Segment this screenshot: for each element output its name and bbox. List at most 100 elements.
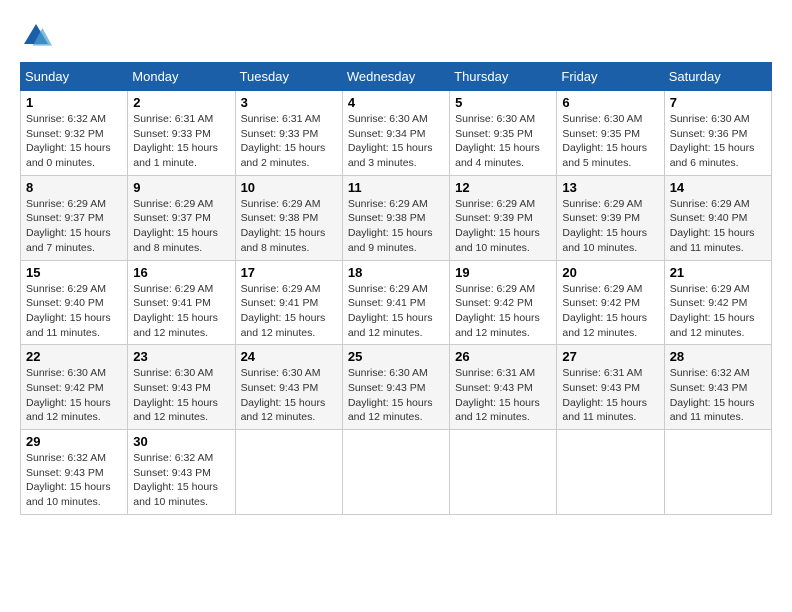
- day-number: 18: [348, 265, 444, 280]
- day-info: Sunrise: 6:32 AM Sunset: 9:43 PM Dayligh…: [26, 451, 122, 510]
- day-info: Sunrise: 6:29 AM Sunset: 9:39 PM Dayligh…: [562, 197, 658, 256]
- day-number: 23: [133, 349, 229, 364]
- calendar-cell: 2 Sunrise: 6:31 AM Sunset: 9:33 PM Dayli…: [128, 91, 235, 176]
- day-info: Sunrise: 6:31 AM Sunset: 9:33 PM Dayligh…: [241, 112, 337, 171]
- day-number: 29: [26, 434, 122, 449]
- day-number: 16: [133, 265, 229, 280]
- day-number: 30: [133, 434, 229, 449]
- day-info: Sunrise: 6:30 AM Sunset: 9:35 PM Dayligh…: [455, 112, 551, 171]
- day-number: 21: [670, 265, 766, 280]
- day-header-friday: Friday: [557, 63, 664, 91]
- calendar-cell: 28 Sunrise: 6:32 AM Sunset: 9:43 PM Dayl…: [664, 345, 771, 430]
- day-info: Sunrise: 6:29 AM Sunset: 9:37 PM Dayligh…: [26, 197, 122, 256]
- logo-icon: [20, 20, 52, 52]
- day-number: 3: [241, 95, 337, 110]
- day-number: 10: [241, 180, 337, 195]
- calendar-table: SundayMondayTuesdayWednesdayThursdayFrid…: [20, 62, 772, 515]
- day-info: Sunrise: 6:29 AM Sunset: 9:42 PM Dayligh…: [562, 282, 658, 341]
- day-info: Sunrise: 6:30 AM Sunset: 9:43 PM Dayligh…: [348, 366, 444, 425]
- calendar-cell: 22 Sunrise: 6:30 AM Sunset: 9:42 PM Dayl…: [21, 345, 128, 430]
- calendar-cell: 30 Sunrise: 6:32 AM Sunset: 9:43 PM Dayl…: [128, 430, 235, 515]
- calendar-cell: 3 Sunrise: 6:31 AM Sunset: 9:33 PM Dayli…: [235, 91, 342, 176]
- day-number: 26: [455, 349, 551, 364]
- day-number: 25: [348, 349, 444, 364]
- day-number: 6: [562, 95, 658, 110]
- calendar-cell: 14 Sunrise: 6:29 AM Sunset: 9:40 PM Dayl…: [664, 175, 771, 260]
- calendar-cell: [664, 430, 771, 515]
- day-info: Sunrise: 6:32 AM Sunset: 9:32 PM Dayligh…: [26, 112, 122, 171]
- day-info: Sunrise: 6:29 AM Sunset: 9:39 PM Dayligh…: [455, 197, 551, 256]
- day-number: 12: [455, 180, 551, 195]
- calendar-cell: 25 Sunrise: 6:30 AM Sunset: 9:43 PM Dayl…: [342, 345, 449, 430]
- calendar-cell: 18 Sunrise: 6:29 AM Sunset: 9:41 PM Dayl…: [342, 260, 449, 345]
- calendar-cell: 29 Sunrise: 6:32 AM Sunset: 9:43 PM Dayl…: [21, 430, 128, 515]
- page-header: [20, 20, 772, 52]
- day-number: 7: [670, 95, 766, 110]
- day-info: Sunrise: 6:31 AM Sunset: 9:33 PM Dayligh…: [133, 112, 229, 171]
- day-info: Sunrise: 6:30 AM Sunset: 9:35 PM Dayligh…: [562, 112, 658, 171]
- day-info: Sunrise: 6:29 AM Sunset: 9:40 PM Dayligh…: [670, 197, 766, 256]
- day-number: 11: [348, 180, 444, 195]
- day-number: 14: [670, 180, 766, 195]
- day-number: 24: [241, 349, 337, 364]
- calendar-cell: 11 Sunrise: 6:29 AM Sunset: 9:38 PM Dayl…: [342, 175, 449, 260]
- calendar-cell: 20 Sunrise: 6:29 AM Sunset: 9:42 PM Dayl…: [557, 260, 664, 345]
- calendar-cell: 4 Sunrise: 6:30 AM Sunset: 9:34 PM Dayli…: [342, 91, 449, 176]
- logo: [20, 20, 56, 52]
- day-number: 8: [26, 180, 122, 195]
- calendar-cell: 10 Sunrise: 6:29 AM Sunset: 9:38 PM Dayl…: [235, 175, 342, 260]
- calendar-cell: [342, 430, 449, 515]
- calendar-cell: [450, 430, 557, 515]
- calendar-cell: 27 Sunrise: 6:31 AM Sunset: 9:43 PM Dayl…: [557, 345, 664, 430]
- day-header-thursday: Thursday: [450, 63, 557, 91]
- calendar-cell: 15 Sunrise: 6:29 AM Sunset: 9:40 PM Dayl…: [21, 260, 128, 345]
- day-number: 5: [455, 95, 551, 110]
- day-info: Sunrise: 6:29 AM Sunset: 9:41 PM Dayligh…: [133, 282, 229, 341]
- day-number: 22: [26, 349, 122, 364]
- calendar-cell: 19 Sunrise: 6:29 AM Sunset: 9:42 PM Dayl…: [450, 260, 557, 345]
- day-info: Sunrise: 6:32 AM Sunset: 9:43 PM Dayligh…: [133, 451, 229, 510]
- day-info: Sunrise: 6:29 AM Sunset: 9:38 PM Dayligh…: [241, 197, 337, 256]
- calendar-cell: 12 Sunrise: 6:29 AM Sunset: 9:39 PM Dayl…: [450, 175, 557, 260]
- calendar-cell: 17 Sunrise: 6:29 AM Sunset: 9:41 PM Dayl…: [235, 260, 342, 345]
- day-header-sunday: Sunday: [21, 63, 128, 91]
- day-number: 15: [26, 265, 122, 280]
- day-info: Sunrise: 6:30 AM Sunset: 9:43 PM Dayligh…: [241, 366, 337, 425]
- day-number: 27: [562, 349, 658, 364]
- day-info: Sunrise: 6:30 AM Sunset: 9:34 PM Dayligh…: [348, 112, 444, 171]
- calendar-cell: 8 Sunrise: 6:29 AM Sunset: 9:37 PM Dayli…: [21, 175, 128, 260]
- calendar-cell: 24 Sunrise: 6:30 AM Sunset: 9:43 PM Dayl…: [235, 345, 342, 430]
- day-info: Sunrise: 6:29 AM Sunset: 9:37 PM Dayligh…: [133, 197, 229, 256]
- day-header-tuesday: Tuesday: [235, 63, 342, 91]
- day-header-monday: Monday: [128, 63, 235, 91]
- calendar-cell: 16 Sunrise: 6:29 AM Sunset: 9:41 PM Dayl…: [128, 260, 235, 345]
- day-header-wednesday: Wednesday: [342, 63, 449, 91]
- day-number: 1: [26, 95, 122, 110]
- day-number: 9: [133, 180, 229, 195]
- calendar-cell: 7 Sunrise: 6:30 AM Sunset: 9:36 PM Dayli…: [664, 91, 771, 176]
- calendar-header-row: SundayMondayTuesdayWednesdayThursdayFrid…: [21, 63, 772, 91]
- day-info: Sunrise: 6:31 AM Sunset: 9:43 PM Dayligh…: [562, 366, 658, 425]
- calendar-cell: [557, 430, 664, 515]
- day-header-saturday: Saturday: [664, 63, 771, 91]
- day-info: Sunrise: 6:29 AM Sunset: 9:42 PM Dayligh…: [455, 282, 551, 341]
- calendar-cell: 9 Sunrise: 6:29 AM Sunset: 9:37 PM Dayli…: [128, 175, 235, 260]
- calendar-cell: 21 Sunrise: 6:29 AM Sunset: 9:42 PM Dayl…: [664, 260, 771, 345]
- day-info: Sunrise: 6:29 AM Sunset: 9:42 PM Dayligh…: [670, 282, 766, 341]
- day-info: Sunrise: 6:30 AM Sunset: 9:42 PM Dayligh…: [26, 366, 122, 425]
- day-info: Sunrise: 6:29 AM Sunset: 9:38 PM Dayligh…: [348, 197, 444, 256]
- calendar-cell: 1 Sunrise: 6:32 AM Sunset: 9:32 PM Dayli…: [21, 91, 128, 176]
- calendar-week-2: 8 Sunrise: 6:29 AM Sunset: 9:37 PM Dayli…: [21, 175, 772, 260]
- calendar-week-3: 15 Sunrise: 6:29 AM Sunset: 9:40 PM Dayl…: [21, 260, 772, 345]
- calendar-week-5: 29 Sunrise: 6:32 AM Sunset: 9:43 PM Dayl…: [21, 430, 772, 515]
- day-info: Sunrise: 6:29 AM Sunset: 9:40 PM Dayligh…: [26, 282, 122, 341]
- day-info: Sunrise: 6:32 AM Sunset: 9:43 PM Dayligh…: [670, 366, 766, 425]
- day-number: 17: [241, 265, 337, 280]
- calendar-week-1: 1 Sunrise: 6:32 AM Sunset: 9:32 PM Dayli…: [21, 91, 772, 176]
- calendar-cell: 23 Sunrise: 6:30 AM Sunset: 9:43 PM Dayl…: [128, 345, 235, 430]
- calendar-cell: 6 Sunrise: 6:30 AM Sunset: 9:35 PM Dayli…: [557, 91, 664, 176]
- day-number: 13: [562, 180, 658, 195]
- day-info: Sunrise: 6:30 AM Sunset: 9:36 PM Dayligh…: [670, 112, 766, 171]
- day-number: 20: [562, 265, 658, 280]
- day-number: 4: [348, 95, 444, 110]
